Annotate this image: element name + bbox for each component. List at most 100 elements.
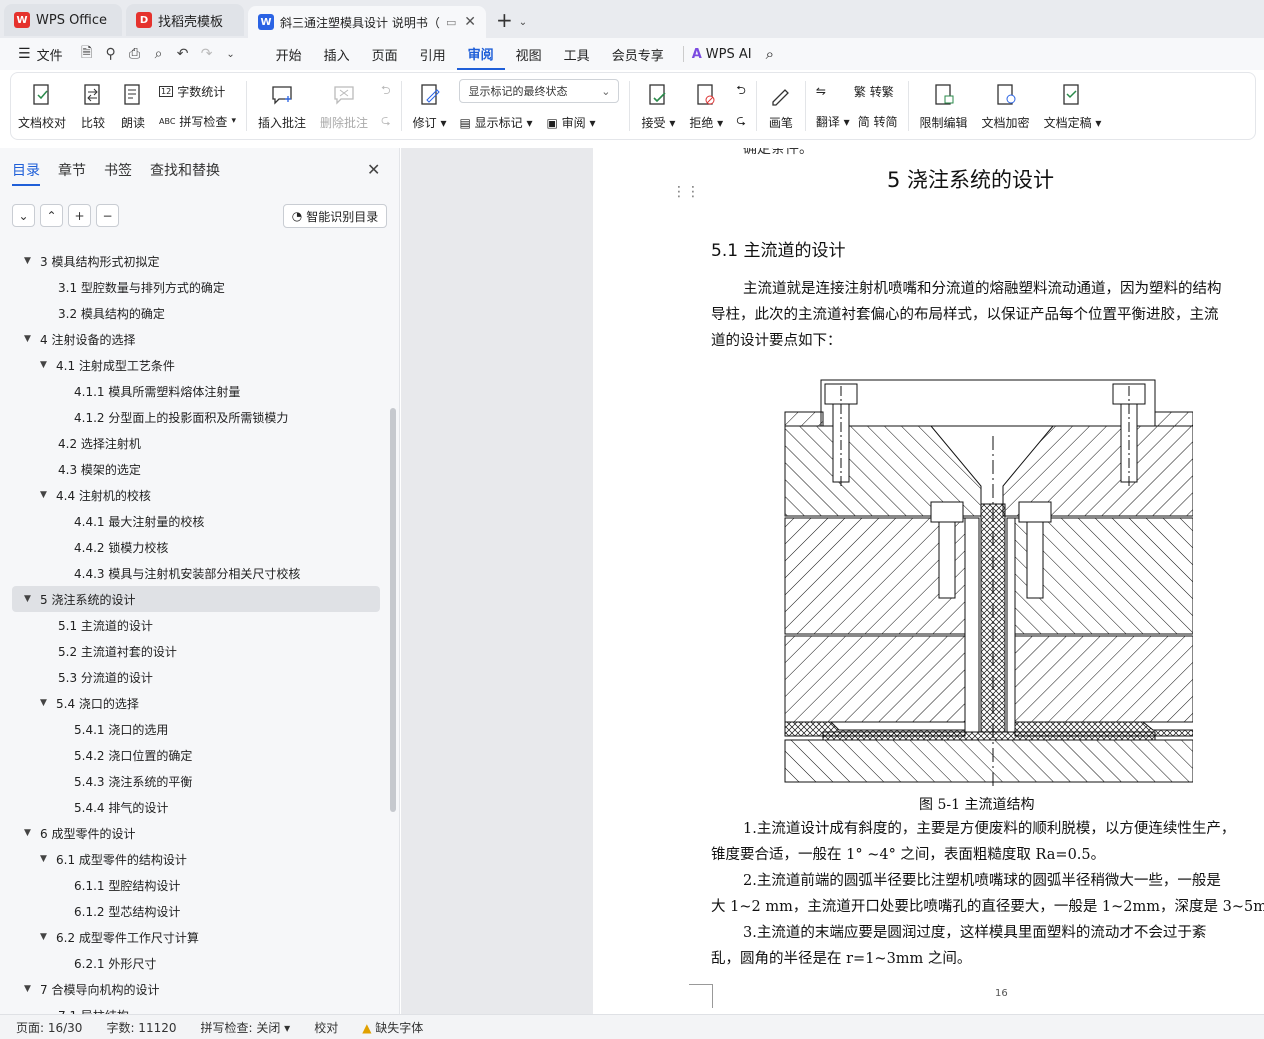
toc-item[interactable]: 3.2 模具结构的确定 xyxy=(0,300,392,326)
toc-item[interactable]: ▼ 4.1 注射成型工艺条件 xyxy=(0,352,392,378)
toc-item[interactable]: 4.2 选择注射机 xyxy=(0,430,392,456)
menu-member[interactable]: 会员专享 xyxy=(601,38,675,70)
expand-arrow-icon[interactable]: ▼ xyxy=(24,984,38,994)
next-comment-icon[interactable]: ⮎ xyxy=(381,110,391,132)
expand-arrow-icon[interactable]: ▼ xyxy=(24,594,38,604)
expand-arrow-icon[interactable]: ▼ xyxy=(40,698,54,708)
toc-item[interactable]: ▼ 6 成型零件的设计 xyxy=(0,820,392,846)
insert-comment-button[interactable]: 插入批注 xyxy=(251,74,313,138)
monitor-icon[interactable]: ▭ xyxy=(446,16,456,29)
spell-check-status[interactable]: 拼写检查: 关闭 ▾ xyxy=(189,1019,303,1036)
remove-heading-icon[interactable]: − xyxy=(96,204,119,227)
tab-list-chevron-icon[interactable]: ⌄ xyxy=(519,17,527,28)
toc-item[interactable]: 5.4.3 浇注系统的平衡 xyxy=(0,768,392,794)
word-count-button[interactable]: 12 字数统计 xyxy=(159,80,236,102)
pen-button[interactable]: 画笔 xyxy=(761,74,801,138)
nav-tab-bookmarks[interactable]: 书签 xyxy=(104,160,132,186)
collapse-up-icon[interactable]: ⌃ xyxy=(40,204,63,227)
menu-tools[interactable]: 工具 xyxy=(553,38,601,70)
close-pane-icon[interactable]: ✕ xyxy=(367,160,380,179)
next-change-icon[interactable]: ⮎ xyxy=(736,110,746,132)
expand-arrow-icon[interactable]: ▼ xyxy=(24,334,38,344)
encrypt-button[interactable]: 文档加密 xyxy=(975,74,1037,138)
print-icon[interactable]: ⎙ xyxy=(126,45,144,63)
reject-button[interactable]: 拒绝 ▾ xyxy=(682,74,730,138)
toc-item[interactable]: 5.1 主流道的设计 xyxy=(0,612,392,638)
expand-arrow-icon[interactable]: ▼ xyxy=(40,932,54,942)
new-tab-icon[interactable]: + xyxy=(496,8,513,32)
track-changes-button[interactable]: 修订 ▾ xyxy=(406,74,454,138)
toc-item[interactable]: 5.2 主流道衬套的设计 xyxy=(0,638,392,664)
toc-item[interactable]: 5.3 分流道的设计 xyxy=(0,664,392,690)
read-aloud-button[interactable]: 朗读 xyxy=(113,74,153,138)
review-pane-button[interactable]: ▣ 审阅 ▾ xyxy=(547,114,596,131)
menu-review[interactable]: 审阅 xyxy=(456,38,505,70)
hamburger-icon[interactable]: ☰ xyxy=(18,46,31,62)
show-markup-button[interactable]: ▤ 显示标记 ▾ xyxy=(459,114,532,131)
expand-arrow-icon[interactable]: ▼ xyxy=(40,360,54,370)
toc-item[interactable]: ▼ 5.4 浇口的选择 xyxy=(0,690,392,716)
search-icon[interactable]: ⌕ xyxy=(766,45,774,63)
toc-item[interactable]: 6.1.2 型芯结构设计 xyxy=(0,898,392,924)
expand-arrow-icon[interactable]: ▼ xyxy=(40,854,54,864)
spell-check-button[interactable]: ABC 拼写检查 ▾ xyxy=(159,110,236,132)
toc-item[interactable]: 4.4.2 锁模力校核 xyxy=(0,534,392,560)
to-traditional-button[interactable]: 繁 转繁 xyxy=(854,83,894,100)
menu-references[interactable]: 引用 xyxy=(409,38,457,70)
to-simplified-button[interactable]: 简 转简 xyxy=(858,113,898,130)
word-count-status[interactable]: 字数: 11120 xyxy=(94,1019,188,1036)
toc-item[interactable]: 5.4.1 浇口的选用 xyxy=(0,716,392,742)
delete-comment-button[interactable]: 删除批注 xyxy=(313,74,375,138)
tab-docer[interactable]: D 找稻壳模板 xyxy=(126,4,244,36)
missing-font-status[interactable]: ▲ 缺失字体 xyxy=(350,1019,435,1036)
add-heading-icon[interactable]: + xyxy=(68,204,91,227)
menu-page[interactable]: 页面 xyxy=(361,38,409,70)
toc-item[interactable]: 4.3 模架的选定 xyxy=(0,456,392,482)
toc-item[interactable]: 4.1.2 分型面上的投影面积及所需锁模力 xyxy=(0,404,392,430)
file-menu[interactable]: 文件 xyxy=(37,45,63,64)
nav-tab-chapters[interactable]: 章节 xyxy=(58,160,86,186)
toc-item[interactable]: 4.1.1 模具所需塑料熔体注射量 xyxy=(0,378,392,404)
markup-state-select[interactable]: 显示标记的最终状态 ⌄ xyxy=(459,79,620,103)
prev-comment-icon[interactable]: ⮌ xyxy=(381,80,391,102)
menu-wps-ai[interactable]: WPS AI xyxy=(706,47,752,62)
tab-current-document[interactable]: W 斜三通注塑模具设计 说明书（ ▭ ✕ xyxy=(248,6,486,38)
save-icon[interactable]: 🗎 xyxy=(78,45,96,63)
toc-item[interactable]: ▼ 4 注射设备的选择 xyxy=(0,326,392,352)
nav-tab-toc[interactable]: 目录 xyxy=(12,160,40,186)
finalize-button[interactable]: 文档定稿 ▾ xyxy=(1037,74,1109,138)
page-indicator[interactable]: 页面: 16/30 xyxy=(0,1019,94,1036)
toc-item[interactable]: 5.4.4 排气的设计 xyxy=(0,794,392,820)
toc-item[interactable]: 6.2.1 外形尺寸 xyxy=(0,950,392,976)
toc-item[interactable]: ▼ 6.1 成型零件的结构设计 xyxy=(0,846,392,872)
toc-item[interactable]: ▼ 6.2 成型零件工作尺寸计算 xyxy=(0,924,392,950)
expand-arrow-icon[interactable]: ▼ xyxy=(24,828,38,838)
menu-view[interactable]: 视图 xyxy=(505,38,553,70)
prev-change-icon[interactable]: ⮌ xyxy=(736,80,746,102)
redo-icon[interactable]: ↷ xyxy=(198,45,216,63)
undo-icon[interactable]: ↶ xyxy=(174,45,192,63)
translate-button[interactable]: 翻译 ▾ xyxy=(816,113,850,130)
pane-scrollbar[interactable] xyxy=(390,408,396,812)
print-preview-icon[interactable]: ⌕ xyxy=(150,45,168,63)
toc-item[interactable]: 4.4.3 模具与注射机安装部分相关尺寸校核 xyxy=(0,560,392,586)
quick-access-chevron-icon[interactable]: ⌄ xyxy=(222,45,240,63)
proofread-status[interactable]: 校对 xyxy=(302,1019,350,1036)
tab-wps-office[interactable]: W WPS Office xyxy=(4,4,122,36)
toc-item[interactable]: ▼ 4.4 注射机的校核 xyxy=(0,482,392,508)
share-icon[interactable]: ⚲ xyxy=(102,45,120,63)
smart-toc-button[interactable]: ◔ 智能识别目录 xyxy=(283,204,387,228)
drag-handle-icon[interactable]: ⋮⋮ xyxy=(672,184,700,200)
compare-button[interactable]: 比较 xyxy=(73,74,113,138)
toc-item[interactable]: ▼ 5 浇注系统的设计 xyxy=(12,586,380,612)
toc-item[interactable]: ▼ 3 模具结构形式初拟定 xyxy=(0,248,392,274)
toc-item[interactable]: ▼ 7 合模导向机构的设计 xyxy=(0,976,392,1002)
toc-item[interactable]: 4.4.1 最大注射量的校核 xyxy=(0,508,392,534)
menu-insert[interactable]: 插入 xyxy=(313,38,361,70)
expand-down-icon[interactable]: ⌄ xyxy=(12,204,35,227)
accept-button[interactable]: 接受 ▾ xyxy=(634,74,682,138)
expand-arrow-icon[interactable]: ▼ xyxy=(24,256,38,266)
toc-item[interactable]: 6.1.1 型腔结构设计 xyxy=(0,872,392,898)
restrict-edit-button[interactable]: 限制编辑 xyxy=(913,74,975,138)
toc-item[interactable]: 5.4.2 浇口位置的确定 xyxy=(0,742,392,768)
